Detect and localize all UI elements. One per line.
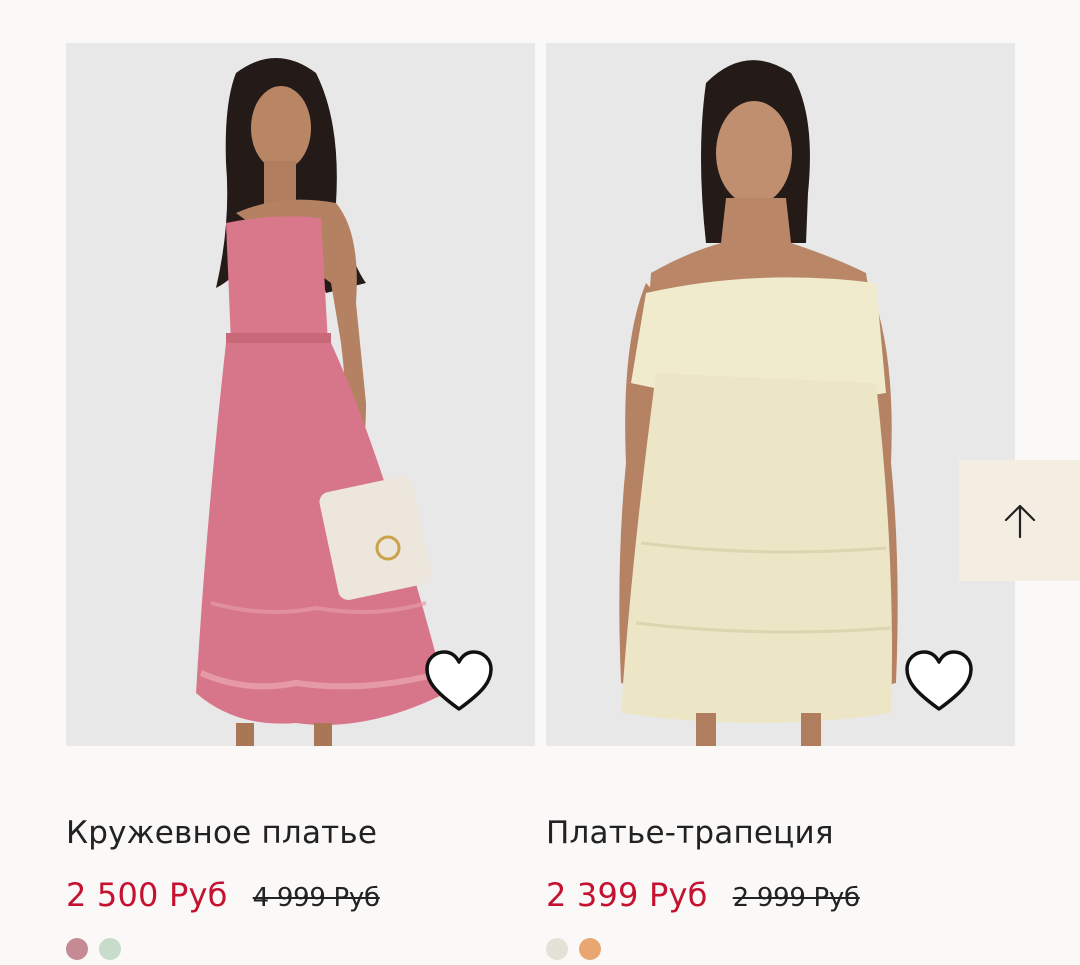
color-swatch-dusty-pink[interactable] <box>66 938 88 960</box>
product-card[interactable]: Платье-трапеция 2 399 Руб 2 999 Руб <box>546 43 1015 960</box>
color-swatches <box>66 938 121 960</box>
color-swatch-sage[interactable] <box>99 938 121 960</box>
product-title[interactable]: Кружевное платье <box>66 815 377 851</box>
product-image[interactable] <box>546 43 1015 746</box>
product-image[interactable] <box>66 43 535 746</box>
original-price: 4 999 Руб <box>252 883 380 913</box>
product-grid-page: Кружевное платье 2 500 Руб 4 999 Руб Пла… <box>0 0 1080 965</box>
original-price: 2 999 Руб <box>732 883 860 913</box>
sale-price: 2 500 Руб <box>66 876 228 914</box>
model-photo-cream-trapeze-dress <box>546 43 1015 746</box>
scroll-to-top-button[interactable] <box>959 460 1080 581</box>
sale-price: 2 399 Руб <box>546 876 708 914</box>
color-swatch-cream[interactable] <box>546 938 568 960</box>
heart-outline-icon[interactable] <box>904 649 974 713</box>
arrow-up-icon <box>1004 504 1035 538</box>
product-prices: 2 500 Руб 4 999 Руб <box>66 876 380 914</box>
color-swatch-apricot[interactable] <box>579 938 601 960</box>
product-prices: 2 399 Руб 2 999 Руб <box>546 876 860 914</box>
product-title[interactable]: Платье-трапеция <box>546 815 834 851</box>
product-card[interactable]: Кружевное платье 2 500 Руб 4 999 Руб <box>66 43 535 960</box>
heart-outline-icon[interactable] <box>424 649 494 713</box>
model-photo-pink-lace-dress <box>66 43 535 746</box>
color-swatches <box>546 938 601 960</box>
